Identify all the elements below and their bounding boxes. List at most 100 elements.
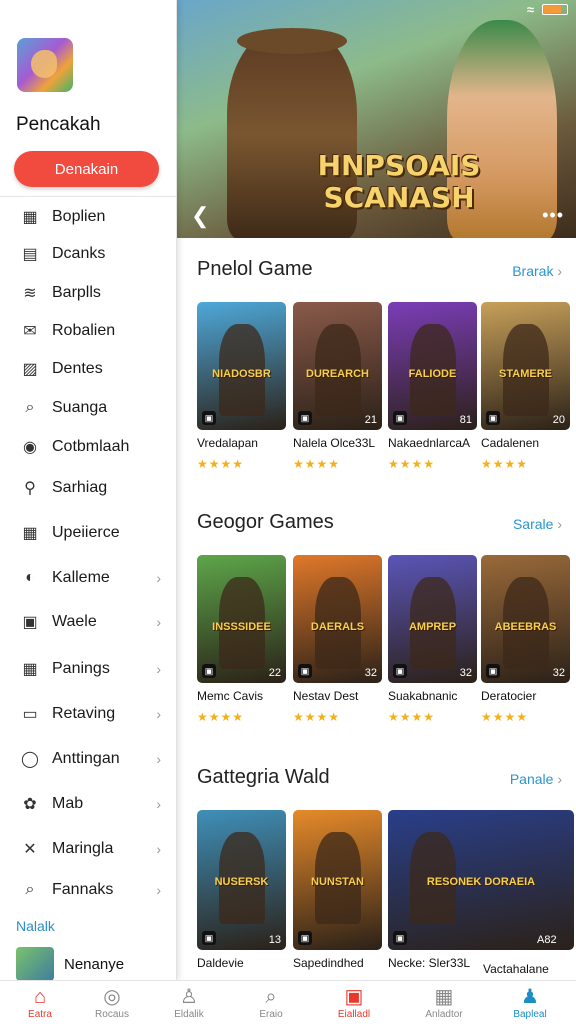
message-icon: ✉ [23,323,37,340]
thumbnail-title: STAMERE [499,368,552,380]
nav-eatra[interactable]: ⌂ Eatra [4,985,76,1020]
chevron-right-icon: › [156,751,161,767]
sidebar-item-suanga[interactable]: ⌕ Suanga [0,391,177,425]
person-icon: ♙ [180,986,198,1008]
game-name: Suakabnanic [388,689,458,703]
sidebar-item-label: Anttingan [52,750,120,767]
nav-label: Rocaus [95,1009,129,1020]
nav-label: Eldalik [174,1009,204,1020]
sidebar-item-sarhiag[interactable]: ⚲ Sarhiag [0,471,177,505]
hero-title: HNPSOAIS SCANASH [299,150,499,214]
more-icon[interactable]: ••• [542,205,564,226]
chevron-right-icon: › [553,263,562,279]
hero-title-line1: HNPSOAIS [317,149,481,182]
sidebar-item-label: Suanga [52,399,108,416]
rating-stars: ★★★★ [481,710,529,724]
section-link-label: Sarale [512,516,554,532]
avatar [16,947,54,981]
game-card[interactable]: DUREARCH ▣ 21 Nalela Olce33L ★★★★ [293,302,382,471]
thumbnail-title: DUREARCH [306,368,369,380]
sidebar-item-upeiierce[interactable]: ▦ Upeiierce [0,516,177,550]
chevron-right-icon: › [553,516,562,532]
sidebar-item-maringla[interactable]: ✕ Maringla › [0,832,177,866]
gamepad-icon: ▣ [344,986,364,1008]
sidebar-item-dentes[interactable]: ▨ Dentes [0,352,177,386]
thumbnail-number: 81 [459,414,472,426]
hero-hat [237,28,347,54]
nav-bapleal[interactable]: ♟ Bapleal [494,985,566,1020]
game-section: Pnelol Game Brarak › NIADOSBR ▣ Vredalapan ★★… [177,252,576,482]
game-name: Cadalenen [481,436,540,450]
section-see-all-link[interactable]: Sarale › [513,516,562,532]
game-card[interactable]: INSSSIDEE ▣ 22 Memc Cavis ★★★★ [197,555,286,724]
game-card[interactable]: NUNSTAN ▣ Sapedindhed [293,810,382,970]
game-card[interactable]: NUSERSK ▣ 13 Daldevie [197,810,286,970]
sidebar-item-retaving[interactable]: ▭ Retaving › [0,697,177,731]
chevron-right-icon: › [156,796,161,812]
game-card[interactable]: RESONEK DORAEIA ▣ Necke: Sler33L [388,810,574,970]
rating-stars: ★★★★ [293,710,341,724]
section-see-all-link[interactable]: Brarak › [512,263,562,279]
chevron-left-icon[interactable]: ❮ [191,203,209,229]
game-card[interactable]: DAERALS ▣ 32 Nestav Dest ★★★★ [293,555,382,724]
play-icon: ◐ [25,569,35,586]
thumbnail-number: 21 [364,414,377,426]
sidebar-item-boplien[interactable]: ▦ Boplien [0,200,177,234]
game-card[interactable]: AMPREP ▣ 32 Suakabnanic ★★★★ [388,555,477,724]
sidebar-section-label: Nalalk [16,918,55,934]
app-name: Pencakah [16,114,101,135]
status-icons: ≈ [527,2,568,17]
section-see-all-link[interactable]: Panale › [510,771,562,787]
sidebar-item-panings[interactable]: ▦ Panings › [0,652,177,686]
sidebar-item-waele[interactable]: ▣ Waele › [0,605,177,639]
section-link-label: Panale [509,771,554,787]
nav-rocaus[interactable]: ◎ Rocaus [76,985,148,1020]
game-card[interactable]: NIADOSBR ▣ Vredalapan ★★★★ [197,302,286,471]
game-card[interactable]: ABEEBRAS ▣ 32 Deratocier ★★★★ [481,555,570,724]
nav-eraio[interactable]: ⌕ Eraio [235,985,307,1020]
sidebar-item-kalleme[interactable]: ◐ Kalleme › [0,561,177,595]
game-thumbnail: NIADOSBR ▣ [197,302,286,430]
app-logo [17,38,73,92]
sidebar: Pencakah Denakain ▦ Boplien ▤ Dcanks ≋ Barpll… [0,0,177,981]
thumbnail-title: DAERALS [310,621,365,633]
sidebar-item-anttingan[interactable]: ◯ Anttingan › [0,742,177,776]
cta-button[interactable]: Denakain [14,151,159,187]
sidebar-item-dcanks[interactable]: ▤ Dcanks [0,237,177,271]
game-name: Deratocier [481,689,537,703]
hero-banner[interactable]: HNPSOAIS SCANASH ❮ ••• [177,0,576,238]
game-section: Gattegria Wald Panale › NUSERSK ▣ 13 Daldevie… [177,760,576,990]
calendar-icon: ▦ [22,209,38,226]
sidebar-item-label: Maringla [52,840,114,857]
sidebar-item-cotbmlaah[interactable]: ◉ Cotbmlaah [0,430,177,464]
sidebar-item-robalien[interactable]: ✉ Robalien [0,314,177,348]
nav-label: Bapleal [513,1009,547,1020]
rating-stars: ★★★★ [197,457,245,471]
thumbnail-title: INSSSIDEE [212,621,271,633]
square-icon: ▭ [22,706,38,723]
cross-icon: ✕ [23,841,37,858]
sidebar-item-label: Fannaks [52,881,114,898]
user-profile[interactable]: Nenanye [16,947,124,981]
platform-icon: ▣ [486,664,500,678]
home-icon: ⌂ [33,986,47,1008]
game-section: Geogor Games Sarale › INSSSIDEE ▣ 22 Memc Cav… [177,505,576,735]
rating-stars: ★★★★ [197,710,245,724]
game-name: NakaednlarcaA [388,436,471,450]
game-name: Vredalapan [197,436,258,450]
nav-anladtor[interactable]: ▦ Anladtor [408,985,480,1020]
section-title: Gattegria Wald [197,766,330,788]
rating-stars: ★★★★ [293,457,341,471]
sidebar-item-mab[interactable]: ✿ Mab › [0,787,177,821]
nav-eldalik[interactable]: ♙ Eldalik [153,985,225,1020]
game-name: Sapedindhed [293,956,364,970]
sidebar-item-fannaks[interactable]: ⌕ Fannaks › [0,873,177,907]
sidebar-item-barplls[interactable]: ≋ Barplls [0,276,177,310]
nav-eialladl[interactable]: ▣ Eialladl [318,985,390,1020]
game-card[interactable]: FALIODE ▣ 81 NakaednlarcaA ★★★★ [388,302,477,471]
search-icon: ⌕ [265,986,277,1008]
user-name: Nenanye [64,955,125,973]
game-card[interactable]: STAMERE ▣ 20 Cadalenen ★★★★ [481,302,570,471]
calendar-icon: ▦ [434,986,454,1008]
game-thumbnail: NUNSTAN ▣ [293,810,382,950]
